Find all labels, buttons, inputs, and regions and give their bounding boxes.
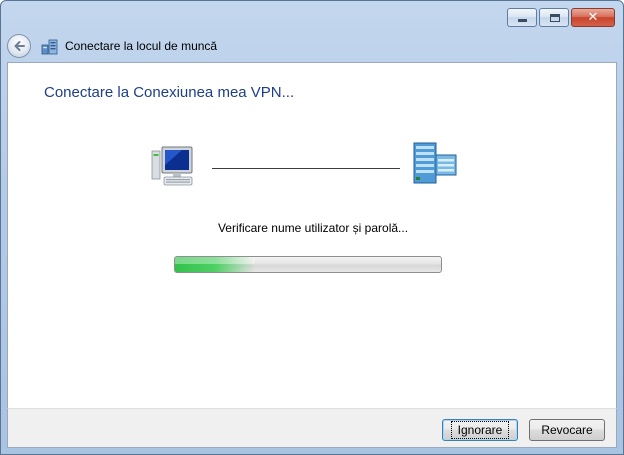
wizard-window: ✕ Conectare la locul de muncă Conectare …: [0, 0, 624, 455]
close-button[interactable]: ✕: [571, 8, 615, 27]
window-title: Conectare la locul de muncă: [65, 39, 218, 53]
caption-buttons: ✕: [507, 8, 615, 27]
connection-line: [212, 168, 400, 169]
maximize-button[interactable]: [539, 8, 569, 27]
server-icon: [413, 142, 457, 184]
ignore-button[interactable]: Ignorare: [442, 419, 518, 441]
progress-bar: [174, 256, 442, 273]
network-connection-icon: [41, 39, 58, 55]
back-button[interactable]: [7, 34, 31, 58]
progress-fill: [175, 257, 255, 272]
page-heading: Conectare la Conexiunea mea VPN...: [44, 84, 295, 101]
minimize-icon: [518, 19, 527, 22]
title-row: Conectare la locul de muncă: [7, 32, 407, 60]
cancel-button[interactable]: Revocare: [529, 419, 605, 441]
content-area: Conectare la Conexiunea mea VPN... Verif…: [7, 62, 617, 408]
ignore-button-label: Ignorare: [450, 421, 510, 439]
close-icon: ✕: [587, 10, 599, 25]
back-arrow-icon: [14, 41, 25, 51]
computer-icon: [151, 146, 193, 186]
cancel-button-label: Revocare: [541, 423, 593, 437]
minimize-button[interactable]: [507, 8, 537, 27]
status-text: Verificare nume utilizator și parolă...: [217, 221, 409, 235]
footer-bar: Ignorare Revocare: [7, 408, 617, 448]
maximize-icon: [550, 14, 560, 22]
